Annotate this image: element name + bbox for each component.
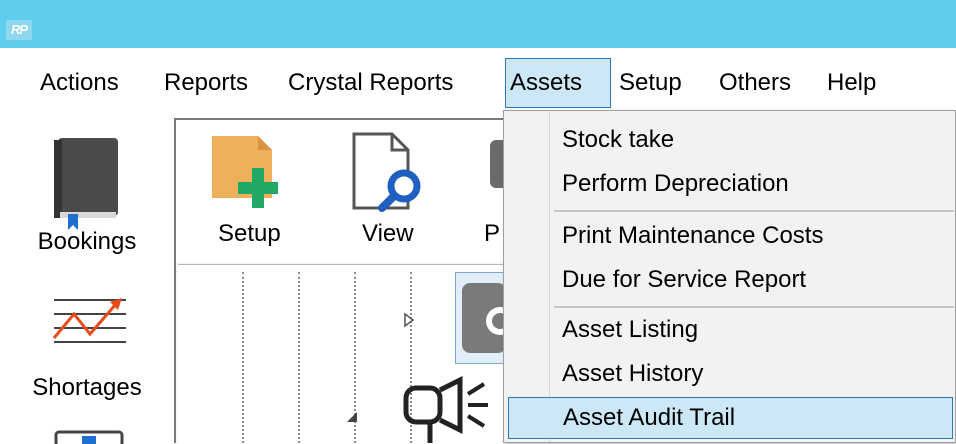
menu-crystal-reports[interactable]: Crystal Reports	[284, 58, 457, 108]
menu-others[interactable]: Others	[715, 58, 795, 108]
toolbar-label: P	[484, 220, 501, 247]
sidebar-item-monitor[interactable]	[0, 422, 174, 444]
menu-separator	[554, 306, 954, 308]
menu-separator	[554, 210, 954, 212]
document-search-icon	[352, 132, 421, 212]
megaphone-icon	[403, 375, 488, 443]
title-bar: RP	[0, 0, 956, 48]
trend-chart-icon	[52, 298, 126, 343]
collapse-arrow-icon[interactable]	[345, 410, 359, 424]
toolbar-setup-button[interactable]: Setup	[184, 120, 314, 262]
node-icon	[462, 283, 504, 353]
menu-reports[interactable]: Reports	[160, 58, 252, 108]
assets-toolbar: Setup View P	[176, 120, 516, 262]
sidebar-item-label: Shortages	[32, 374, 142, 401]
grid-line	[298, 272, 300, 443]
selected-node[interactable]	[455, 272, 507, 364]
menu-item-due-for-service-report[interactable]: Due for Service Report	[508, 259, 953, 301]
menu-setup[interactable]: Setup	[615, 58, 686, 108]
menu-item-asset-listing[interactable]: Asset Listing	[508, 309, 953, 351]
expand-arrow-icon[interactable]	[403, 312, 415, 328]
menu-bar	[0, 48, 956, 118]
menu-help[interactable]: Help	[823, 58, 880, 108]
monitor-icon	[54, 430, 124, 444]
app-logo: RP	[6, 20, 32, 40]
toolbar-view-button[interactable]: View	[326, 120, 456, 262]
menu-item-asset-audit-trail[interactable]: Asset Audit Trail	[508, 397, 953, 439]
toolbar-label: Setup	[218, 220, 281, 247]
left-sidebar: Bookings Shortages	[0, 118, 174, 444]
assets-dropdown-menu: Stock take Perform Depreciation Print Ma…	[503, 110, 956, 443]
book-icon	[54, 138, 118, 230]
menu-assets[interactable]: Assets	[505, 58, 611, 108]
sidebar-item-bookings[interactable]: Bookings	[0, 118, 174, 268]
menu-item-asset-history[interactable]: Asset History	[508, 353, 953, 395]
sidebar-item-shortages[interactable]: Shortages	[0, 270, 174, 420]
menu-item-stock-take[interactable]: Stock take	[508, 119, 953, 161]
menu-actions[interactable]: Actions	[36, 58, 123, 108]
menu-item-perform-depreciation[interactable]: Perform Depreciation	[508, 163, 953, 205]
grid-line	[242, 272, 244, 443]
folder-add-icon	[212, 136, 278, 208]
menu-item-print-maintenance-costs[interactable]: Print Maintenance Costs	[508, 215, 953, 257]
toolbar-label: View	[362, 220, 414, 247]
sidebar-item-label: Bookings	[37, 228, 137, 255]
